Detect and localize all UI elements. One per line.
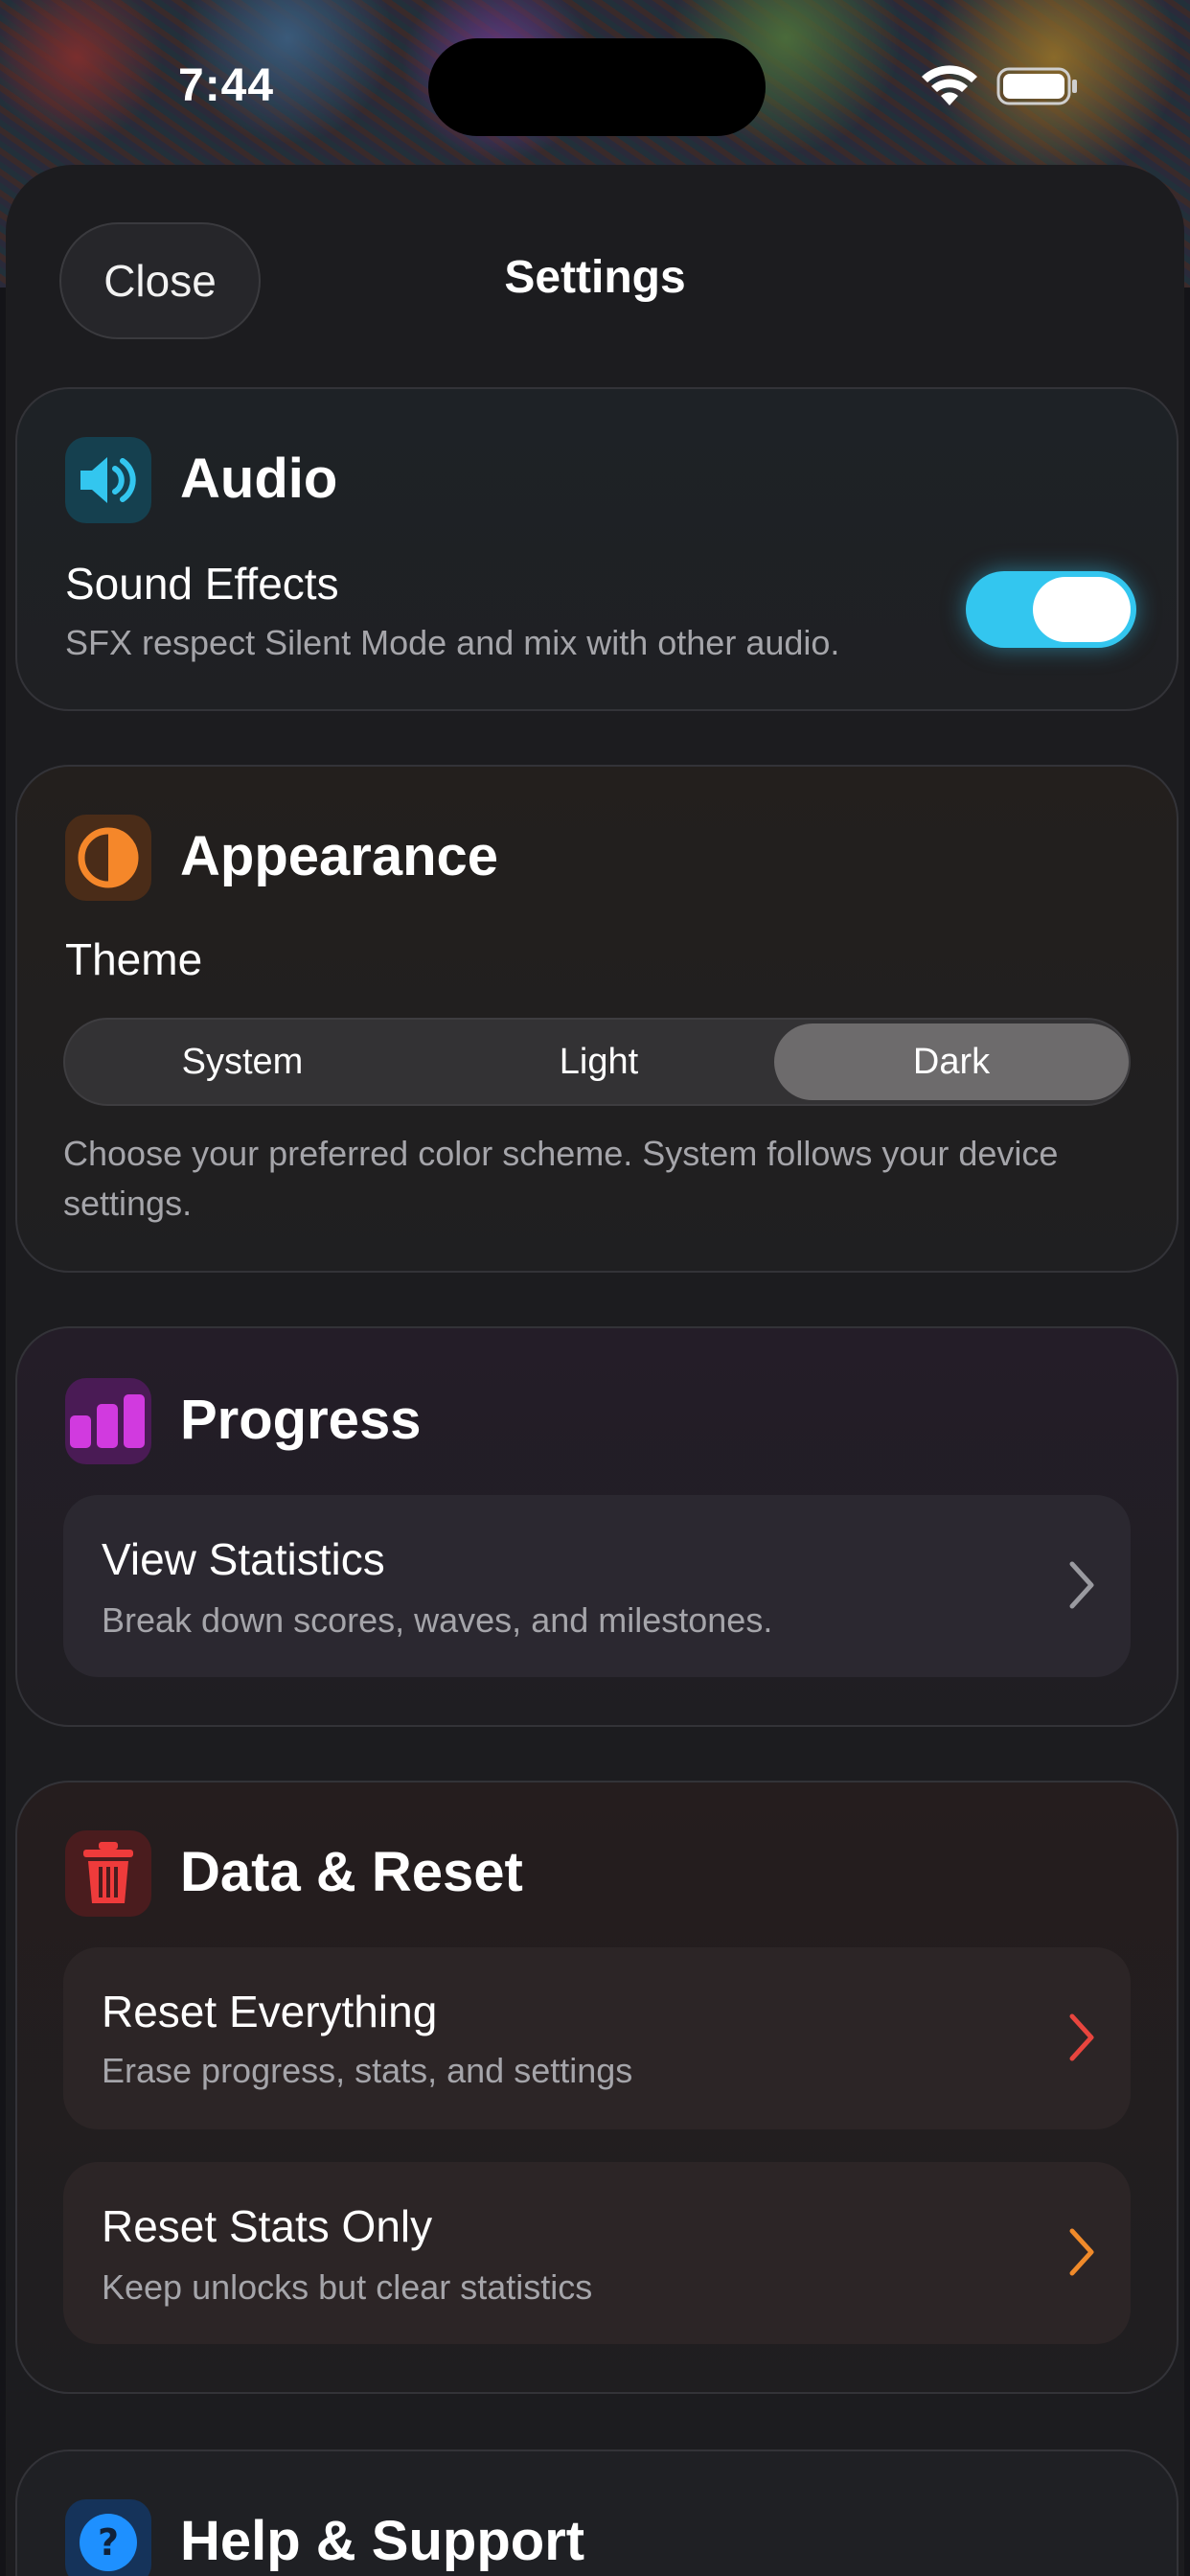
sound-effects-toggle[interactable] — [966, 571, 1136, 648]
question-icon: ? — [65, 2499, 151, 2576]
help-support-section: ? Help & Support — [15, 2450, 1179, 2576]
trash-icon — [65, 1830, 151, 1917]
reset-stats-description: Keep unlocks but clear statistics — [102, 2267, 593, 2307]
sound-effects-label: Sound Effects — [65, 559, 339, 609]
battery-icon — [996, 67, 1077, 105]
reset-everything-row[interactable]: Reset Everything Erase progress, stats, … — [63, 1947, 1131, 2129]
bar-chart-icon — [65, 1378, 151, 1464]
toggle-knob — [1033, 577, 1131, 642]
theme-description: Choose your preferred color scheme. Syst… — [63, 1134, 1059, 1223]
wifi-icon — [922, 65, 977, 105]
help-support-title: Help & Support — [180, 2510, 585, 2572]
settings-screen: 7:44 Close Settings Audio Sound Effects … — [0, 0, 1190, 2576]
chevron-right-icon — [1069, 2228, 1094, 2276]
theme-option-system[interactable]: System — [65, 1020, 420, 1104]
dynamic-island — [428, 38, 766, 136]
half-circle-icon — [65, 815, 151, 901]
progress-title: Progress — [180, 1389, 422, 1451]
view-statistics-description: Break down scores, waves, and milestones… — [102, 1600, 773, 1640]
theme-segmented-control: System Light Dark — [63, 1018, 1131, 1106]
view-statistics-label: View Statistics — [102, 1534, 385, 1584]
chevron-right-icon — [1069, 2013, 1094, 2061]
theme-option-light[interactable]: Light — [422, 1020, 776, 1104]
view-statistics-row[interactable]: View Statistics Break down scores, waves… — [63, 1495, 1131, 1677]
data-reset-title: Data & Reset — [180, 1841, 523, 1903]
reset-everything-description: Erase progress, stats, and settings — [102, 2051, 633, 2090]
svg-text:?: ? — [98, 2521, 119, 2564]
reset-stats-label: Reset Stats Only — [102, 2201, 433, 2251]
reset-stats-row[interactable]: Reset Stats Only Keep unlocks but clear … — [63, 2162, 1131, 2344]
reset-everything-label: Reset Everything — [102, 1987, 438, 2036]
audio-section: Audio Sound Effects SFX respect Silent M… — [15, 387, 1179, 711]
audio-title: Audio — [180, 448, 338, 510]
status-time: 7:44 — [178, 60, 275, 111]
appearance-title: Appearance — [180, 825, 499, 887]
page-title: Settings — [504, 252, 686, 303]
speaker-icon — [65, 437, 151, 523]
theme-label: Theme — [65, 934, 203, 984]
theme-option-dark[interactable]: Dark — [774, 1024, 1129, 1100]
sound-effects-description: SFX respect Silent Mode and mix with oth… — [65, 623, 840, 662]
chevron-right-icon — [1069, 1561, 1094, 1609]
status-bar: 7:44 — [0, 0, 1190, 163]
